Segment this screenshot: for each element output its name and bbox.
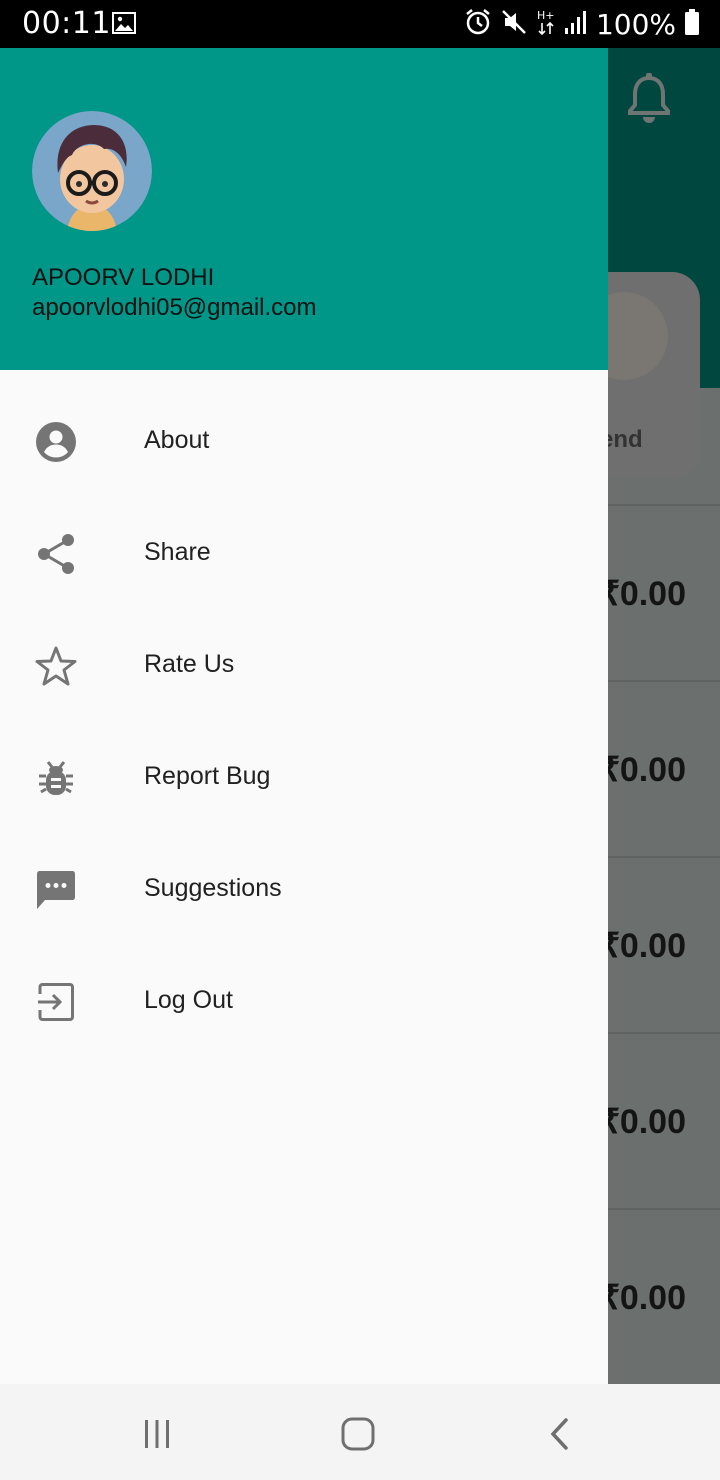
menu-item-about[interactable]: About [0, 386, 608, 498]
amount-text: ₹0.00 [598, 1103, 686, 1141]
system-nav-bar [0, 1384, 720, 1480]
bell-icon[interactable] [626, 72, 672, 129]
home-button[interactable] [338, 1414, 378, 1454]
menu-item-rate-us[interactable]: Rate Us [0, 610, 608, 722]
amount-text: ₹0.00 [598, 1279, 686, 1317]
menu-label: About [144, 426, 210, 454]
avatar[interactable] [32, 111, 152, 231]
drawer-header: APOORV LODHI apoorvlodhi05@gmail.com [0, 48, 608, 370]
h-plus-icon: H+ [536, 8, 556, 41]
status-icons: H+ 100% [464, 6, 700, 42]
amount-text: ₹0.00 [598, 927, 686, 965]
drawer-menu: About Share Rate Us Report Bug Suggestio… [0, 386, 608, 1058]
menu-item-share[interactable]: Share [0, 498, 608, 610]
chat-bubble-icon [34, 868, 78, 912]
alarm-icon [464, 8, 492, 41]
back-button[interactable] [540, 1414, 580, 1454]
battery-icon [684, 8, 700, 41]
exit-icon [34, 980, 78, 1024]
user-email: apoorvlodhi05@gmail.com [32, 294, 317, 321]
signal-icon [564, 9, 588, 40]
navigation-drawer: APOORV LODHI apoorvlodhi05@gmail.com Abo… [0, 48, 608, 1384]
image-icon [112, 12, 136, 39]
share-icon [34, 532, 78, 576]
star-outline-icon [34, 644, 78, 688]
bug-icon [34, 756, 78, 800]
battery-percent: 100% [595, 7, 676, 41]
mute-icon [500, 8, 528, 41]
status-bar: 00:11 H+ 100% [0, 0, 720, 48]
menu-label: Rate Us [144, 650, 235, 678]
account-circle-icon [34, 420, 78, 464]
amount-text: ₹0.00 [598, 751, 686, 789]
menu-label: Log Out [144, 986, 233, 1014]
menu-label: Share [144, 538, 211, 566]
menu-item-suggestions[interactable]: Suggestions [0, 834, 608, 946]
amount-text: ₹0.00 [598, 575, 686, 613]
menu-label: Suggestions [144, 874, 282, 902]
svg-text:H+: H+ [537, 9, 555, 22]
menu-item-log-out[interactable]: Log Out [0, 946, 608, 1058]
menu-label: Report Bug [144, 762, 271, 790]
status-time: 00:11 [22, 6, 111, 41]
user-name: APOORV LODHI [32, 264, 215, 291]
menu-item-report-bug[interactable]: Report Bug [0, 722, 608, 834]
recents-button[interactable] [137, 1414, 177, 1454]
